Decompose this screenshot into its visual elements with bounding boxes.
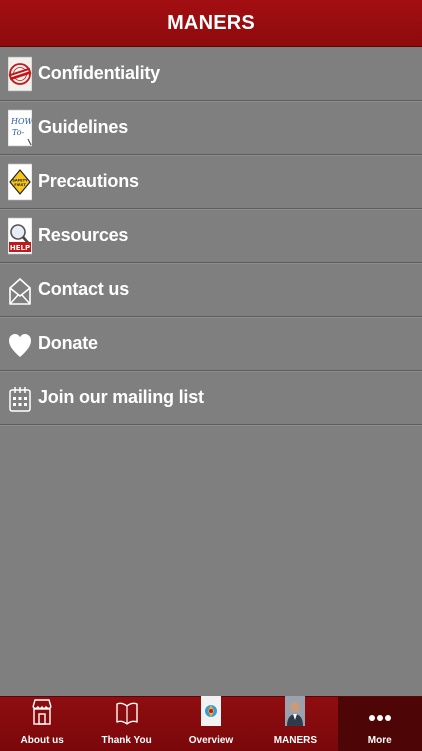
tab-label: Overview <box>188 735 234 746</box>
calendar-notepad-icon <box>8 379 32 417</box>
menu-item-donate[interactable]: Donate <box>0 317 422 371</box>
menu-item-label: Confidentiality <box>38 63 160 83</box>
how-to-note-icon: HOW To- <box>8 109 32 147</box>
tab-about-us[interactable]: About us <box>0 697 84 751</box>
menu-item-label: Donate <box>38 333 98 353</box>
help-magnifier-icon: HELP <box>8 217 32 255</box>
tab-label: Thank You <box>101 735 152 746</box>
page-title: MANERS <box>167 11 255 34</box>
overview-photo-icon <box>200 696 221 731</box>
menu-item-label: Join our mailing list <box>38 387 204 407</box>
tab-label: More <box>367 735 392 746</box>
tab-label: MANERS <box>273 735 318 746</box>
menu-item-label: Contact us <box>38 279 130 299</box>
menu-item-label: Guidelines <box>38 117 129 137</box>
svg-text:SAFETY: SAFETY <box>12 178 28 182</box>
heart-icon <box>8 325 32 363</box>
person-photo-icon <box>285 696 306 731</box>
menu-item-label: Precautions <box>38 171 139 191</box>
menu-item-confidentiality[interactable]: Confidentiality <box>0 47 422 101</box>
tab-label: About us <box>20 735 64 746</box>
open-book-icon <box>115 700 138 731</box>
tab-more[interactable]: More <box>337 697 422 751</box>
menu-item-label: Resources <box>38 225 129 245</box>
menu-item-join-mailing-list[interactable]: Join our mailing list <box>0 371 422 425</box>
tab-thank-you[interactable]: Thank You <box>84 697 168 751</box>
confidential-stamp-icon <box>8 55 32 93</box>
storefront-icon <box>31 698 53 731</box>
app-header: MANERS <box>0 0 422 47</box>
svg-text:HOW: HOW <box>10 117 32 126</box>
menu-list: Confidentiality HOW To- Guidelines SAFET… <box>0 47 422 425</box>
envelope-icon <box>8 271 32 309</box>
menu-item-precautions[interactable]: SAFETY FIRST Precautions <box>0 155 422 209</box>
svg-text:To-: To- <box>12 128 25 137</box>
more-dots-icon <box>368 710 392 731</box>
svg-text:FIRST: FIRST <box>14 183 26 187</box>
svg-text:HELP: HELP <box>10 244 30 252</box>
tab-maners[interactable]: MANERS <box>253 696 337 751</box>
tab-overview[interactable]: Overview <box>169 696 253 751</box>
menu-item-resources[interactable]: HELP Resources <box>0 209 422 263</box>
menu-item-guidelines[interactable]: HOW To- Guidelines <box>0 101 422 155</box>
tab-bar: About us Thank You Overview MANERS More <box>0 696 422 751</box>
menu-item-contact-us[interactable]: Contact us <box>0 263 422 317</box>
safety-first-sign-icon: SAFETY FIRST <box>8 163 32 201</box>
